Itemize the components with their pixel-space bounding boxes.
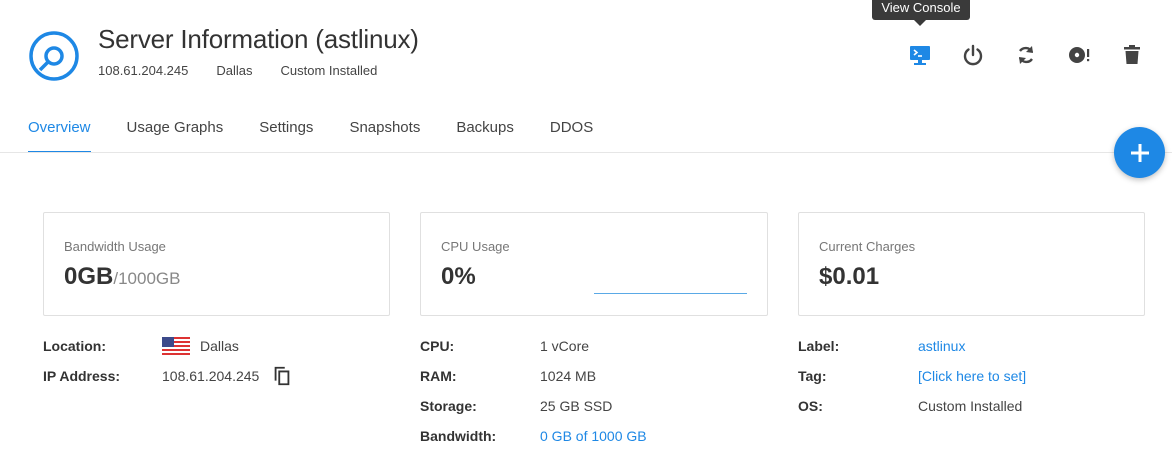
copy-icon[interactable] — [271, 365, 293, 387]
restart-button[interactable] — [1006, 40, 1046, 70]
charges-label: Current Charges — [819, 239, 916, 254]
bandwidth-key: Bandwidth: — [420, 428, 497, 444]
server-ip: 108.61.204.245 — [98, 63, 189, 78]
ram-value: 1024 MB — [540, 368, 597, 384]
bandwidth-card: Bandwidth Usage 0GB/1000GB — [43, 212, 390, 316]
charges-value: $0.01 — [819, 263, 880, 290]
server-meta: 108.61.204.245 Dallas Custom Installed — [98, 63, 377, 78]
server-os: Custom Installed — [280, 63, 378, 78]
location-info: Location: Dallas IP Address: 108.61.204.… — [43, 331, 293, 391]
bandwidth-limit: /1000GB — [113, 269, 181, 288]
tab-settings[interactable]: Settings — [259, 108, 313, 153]
reinstall-button[interactable] — [1059, 40, 1099, 70]
plus-icon — [1130, 143, 1149, 162]
ip-value: 108.61.204.245 — [162, 368, 260, 384]
cpu-key: CPU: — [420, 338, 455, 354]
disc-alert-icon — [1069, 47, 1090, 63]
power-icon — [963, 44, 983, 66]
storage-value: 25 GB SSD — [540, 398, 613, 414]
delete-button[interactable] — [1112, 40, 1152, 70]
cpu-spec-value: 1 vCore — [540, 338, 590, 354]
cpu-card: CPU Usage 0% — [420, 212, 768, 316]
ram-key: RAM: — [420, 368, 457, 384]
label-info: Label: astlinux Tag: [Click here to set] O… — [798, 331, 1026, 421]
cpu-sparkline — [594, 293, 747, 294]
storage-key: Storage: — [420, 398, 477, 414]
bandwidth-value: 0GB/1000GB — [64, 263, 181, 290]
bandwidth-link[interactable]: 0 GB of 1000 GB — [540, 428, 647, 444]
server-disc-icon — [29, 31, 79, 81]
charges-card: Current Charges $0.01 — [798, 212, 1145, 316]
page-title: Server Information (astlinux) — [98, 24, 419, 54]
tab-divider — [0, 152, 1172, 153]
cpu-value: 0% — [441, 263, 476, 290]
refresh-icon — [1018, 46, 1034, 64]
specs-info: CPU: 1 vCore RAM: 1024 MB Storage: 25 GB SS… — [420, 331, 647, 451]
os-key: OS: — [798, 398, 823, 414]
label-link[interactable]: astlinux — [918, 338, 965, 354]
add-button[interactable] — [1114, 127, 1165, 178]
cpu-label: CPU Usage — [441, 239, 510, 254]
tab-usage-graphs[interactable]: Usage Graphs — [127, 108, 224, 153]
power-button[interactable] — [953, 40, 993, 70]
ip-key: IP Address: — [43, 368, 121, 384]
location-key: Location: — [43, 338, 106, 354]
tab-snapshots[interactable]: Snapshots — [349, 108, 420, 153]
server-actions — [900, 40, 1165, 70]
server-location: Dallas — [216, 63, 253, 78]
tab-bar: Overview Usage Graphs Settings Snapshots… — [28, 108, 629, 153]
tag-key: Tag: — [798, 368, 827, 384]
bandwidth-label: Bandwidth Usage — [64, 239, 166, 254]
location-value: Dallas — [200, 338, 239, 354]
tab-overview[interactable]: Overview — [28, 108, 91, 153]
monitor-console-icon — [910, 46, 930, 65]
label-key: Label: — [798, 338, 840, 354]
tag-link[interactable]: [Click here to set] — [918, 368, 1026, 384]
tab-ddos[interactable]: DDOS — [550, 108, 593, 153]
trash-icon — [1124, 45, 1140, 64]
view-console-tooltip: View Console — [872, 0, 970, 26]
us-flag-icon — [162, 337, 190, 355]
tab-backups[interactable]: Backups — [456, 108, 514, 153]
os-value: Custom Installed — [918, 398, 1023, 414]
view-console-button[interactable] — [900, 40, 940, 70]
